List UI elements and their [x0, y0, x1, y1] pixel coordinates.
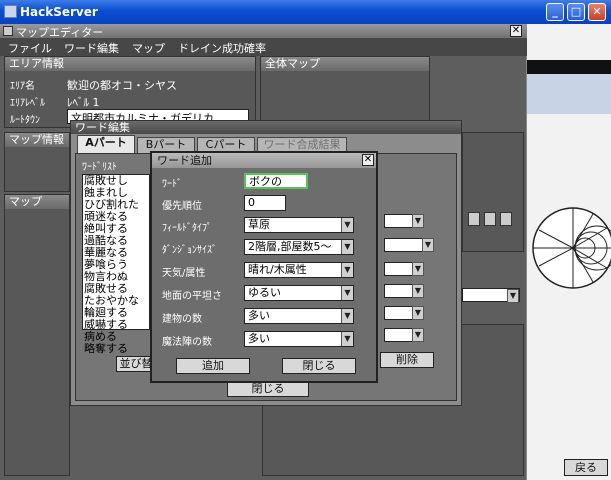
word-add-close-button[interactable]: 閉じる	[282, 358, 356, 374]
word-label: ﾜｰﾄﾞ	[162, 179, 182, 190]
map-panel: マップ	[4, 194, 70, 476]
word-input-value: ボクの	[249, 175, 282, 188]
bg-select-5[interactable]: ▼	[384, 306, 424, 320]
menu-drain-rate[interactable]: ドレイン成功確率	[178, 40, 266, 56]
add-button[interactable]: 追加	[176, 358, 250, 374]
bg-select-3[interactable]: ▼	[384, 262, 424, 276]
map-editor-close-button[interactable]: ✕	[510, 25, 522, 37]
chevron-down-icon: ▼	[341, 218, 353, 232]
editor-icon	[3, 26, 13, 36]
map-header: マップ	[5, 195, 69, 209]
buildings-row: 建物の数 多い ▼	[162, 308, 370, 326]
whole-map-header: 全体マップ	[261, 57, 429, 71]
tab-a-part[interactable]: Aパート	[77, 135, 135, 153]
flatness-label: 地面の平坦さ	[162, 291, 222, 302]
menu-map[interactable]: マップ	[132, 40, 165, 56]
word-edit-title: ワード編集	[71, 121, 461, 134]
priority-input[interactable]: 0	[244, 195, 286, 211]
word-list-label: ﾜｰﾄﾞﾘｽﾄ	[82, 162, 117, 173]
app-icon	[4, 5, 17, 18]
word-row: ﾜｰﾄﾞ ボクの	[162, 173, 370, 191]
field-type-value: 草原	[248, 218, 270, 231]
chevron-down-icon: ▼	[341, 263, 353, 277]
bg-select-2[interactable]: ▼	[384, 238, 434, 252]
weather-row: 天気/属性 晴れ/木属性 ▼	[162, 262, 370, 280]
right-pane-bar	[527, 60, 611, 74]
area-name-label: ｴﾘｱ名	[10, 81, 35, 92]
side-nav-button-2[interactable]	[484, 212, 496, 226]
menu-word-edit[interactable]: ワード編集	[64, 40, 119, 56]
dungeon-size-row: ﾀﾞﾝｼﾞｮﾝｻｲｽﾞ 2階層,部屋数5〜 ▼	[162, 239, 370, 257]
magic-circle-row: 魔法陣の数 多い ▼	[162, 331, 370, 349]
dungeon-size-label: ﾀﾞﾝｼﾞｮﾝｻｲｽﾞ	[162, 245, 217, 256]
word-listbox[interactable]: 腐敗せし 蝕まれし ひび割れた 頑迷なる 絶叫する 過酷なる 華麗なる 夢喰らう…	[82, 174, 150, 355]
buildings-label: 建物の数	[162, 314, 202, 325]
right-pane-strip	[527, 74, 611, 114]
root-town-label: ﾙｰﾄﾀｳﾝ	[10, 115, 40, 126]
area-name-value: 歓迎の都オコ・シヤス	[67, 79, 177, 92]
magic-circle-select[interactable]: 多い ▼	[244, 331, 354, 347]
chevron-down-icon: ▼	[341, 309, 353, 323]
word-add-dialog: ワード追加 ✕ ﾜｰﾄﾞ ボクの 優先順位 0 ﾌｨｰﾙﾄﾞﾀｲﾌﾟ 草原 ▼ ﾀ…	[150, 151, 378, 383]
maximize-button[interactable]: □	[567, 3, 585, 21]
side-panel-top	[462, 132, 524, 252]
back-button[interactable]: 戻る	[564, 459, 608, 476]
magic-circle-value: 多い	[248, 332, 270, 345]
area-info-panel: エリア情報 ｴﾘｱ名 歓迎の都オコ・シヤス ｴﾘｱﾚﾍﾞﾙ ﾚﾍﾞﾙ 1 ﾙｰﾄ…	[4, 56, 256, 128]
list-item[interactable]: 略奪する	[83, 343, 149, 355]
window-title: HackServer	[20, 5, 98, 19]
area-level-value: ﾚﾍﾞﾙ 1	[67, 96, 100, 109]
word-input[interactable]: ボクの	[244, 173, 308, 189]
priority-label: 優先順位	[162, 201, 202, 212]
word-add-title: ワード追加	[157, 154, 212, 167]
chevron-down-icon: ▼	[341, 286, 353, 300]
menu-file[interactable]: ファイル	[8, 40, 52, 56]
priority-row: 優先順位 0	[162, 195, 370, 213]
delete-button[interactable]: 削除	[380, 352, 434, 368]
dungeon-size-select[interactable]: 2階層,部屋数5〜 ▼	[244, 239, 354, 255]
weather-select[interactable]: 晴れ/木属性 ▼	[244, 262, 354, 278]
flatness-value: ゆるい	[248, 286, 281, 299]
word-add-close-icon[interactable]: ✕	[362, 154, 374, 166]
flatness-select[interactable]: ゆるい ▼	[244, 285, 354, 301]
map-info-header: マップ情報	[5, 133, 69, 147]
side-select[interactable]: ▼	[462, 288, 520, 303]
side-nav-button-1[interactable]	[468, 212, 480, 226]
magic-circle-label: 魔法陣の数	[162, 337, 212, 348]
map-info-panel: マップ情報	[4, 132, 70, 192]
menu-bar: ファイル ワード編集 マップ ドレイン成功確率	[0, 38, 527, 56]
weather-label: 天気/属性	[162, 268, 206, 279]
buildings-select[interactable]: 多い ▼	[244, 308, 354, 324]
window-close-button[interactable]: ✕	[588, 3, 606, 21]
side-nav-button-3[interactable]	[500, 212, 512, 226]
buildings-value: 多い	[248, 309, 270, 322]
flatness-row: 地面の平坦さ ゆるい ▼	[162, 285, 370, 303]
bg-select-4[interactable]: ▼	[384, 284, 424, 298]
word-add-titlebar: ワード追加 ✕	[152, 153, 376, 168]
field-type-row: ﾌｨｰﾙﾄﾞﾀｲﾌﾟ 草原 ▼	[162, 217, 370, 235]
map-compass-graphic	[532, 207, 611, 289]
window-titlebar: HackServer _ □ ✕	[0, 0, 611, 24]
map-editor-titlebar: マップエディター ✕	[0, 24, 527, 39]
chevron-down-icon: ▼	[341, 240, 353, 254]
chevron-down-icon: ▼	[341, 332, 353, 346]
area-level-label: ｴﾘｱﾚﾍﾞﾙ	[10, 98, 45, 109]
priority-input-value: 0	[248, 196, 255, 209]
whole-map-panel: 全体マップ	[260, 56, 430, 128]
area-info-header: エリア情報	[5, 57, 255, 71]
word-edit-close-button[interactable]: 閉じる	[227, 381, 309, 397]
minimize-button[interactable]: _	[546, 3, 564, 21]
bg-select-1[interactable]: ▼	[384, 214, 424, 228]
weather-value: 晴れ/木属性	[248, 263, 307, 276]
dungeon-size-value: 2階層,部屋数5〜	[248, 240, 332, 253]
field-type-label: ﾌｨｰﾙﾄﾞﾀｲﾌﾟ	[162, 223, 212, 234]
bg-select-6[interactable]: ▼	[384, 328, 424, 342]
field-type-select[interactable]: 草原 ▼	[244, 217, 354, 233]
